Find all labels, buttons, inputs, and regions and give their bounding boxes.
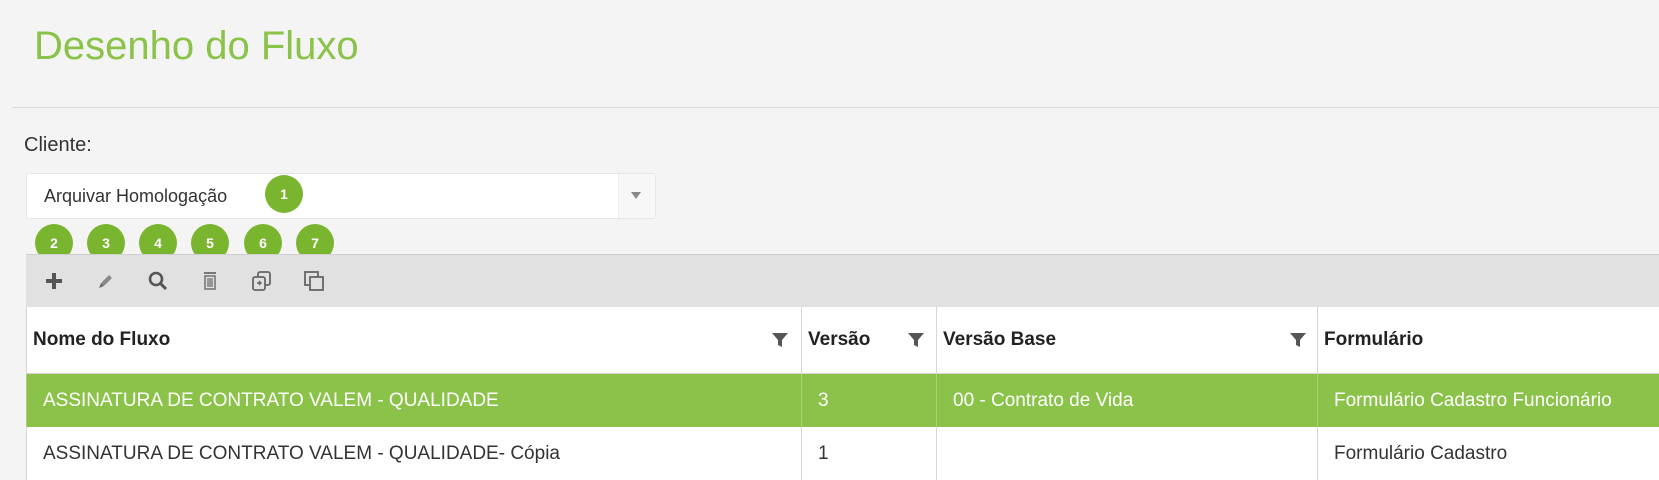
step-badge-1: 1: [265, 175, 303, 213]
cell-formulario: Formulário Cadastro: [1317, 427, 1659, 480]
grid-toolbar: [26, 254, 1659, 308]
dropdown-arrow-icon[interactable]: [618, 174, 655, 218]
filter-icon[interactable]: [1289, 331, 1307, 349]
copy-version-icon: [252, 271, 271, 291]
title-divider: [12, 107, 1659, 108]
grid-header: Nome do Fluxo Versão Versão Base Formulá…: [26, 307, 1659, 374]
column-header-formulario[interactable]: Formulário: [1317, 307, 1659, 373]
cell-versao: 3: [801, 374, 936, 427]
cell-formulario: Formulário Cadastro Funcionário: [1317, 374, 1659, 427]
add-button[interactable]: [40, 267, 68, 295]
table-row[interactable]: ASSINATURA DE CONTRATO VALEM - QUALIDADE…: [26, 427, 1659, 480]
column-header-versao-base[interactable]: Versão Base: [936, 307, 1317, 373]
cell-nome-do-fluxo: ASSINATURA DE CONTRATO VALEM - QUALIDADE: [26, 374, 801, 427]
delete-icon: [204, 272, 216, 290]
client-select[interactable]: Arquivar Homologação: [26, 173, 656, 219]
column-header-versao[interactable]: Versão: [801, 307, 936, 373]
column-label: Versão Base: [943, 329, 1057, 350]
flow-grid: Nome do Fluxo Versão Versão Base Formulá…: [26, 307, 1659, 480]
column-header-nome-do-fluxo[interactable]: Nome do Fluxo: [26, 307, 801, 373]
filter-icon[interactable]: [771, 331, 789, 349]
cell-nome-do-fluxo: ASSINATURA DE CONTRATO VALEM - QUALIDADE…: [26, 427, 801, 480]
column-label: Nome do Fluxo: [33, 329, 171, 350]
search-icon: [148, 271, 168, 291]
client-select-value: Arquivar Homologação: [44, 186, 228, 206]
edit-icon: [99, 275, 112, 288]
delete-button[interactable]: [196, 267, 224, 295]
search-button[interactable]: [144, 267, 172, 295]
cell-versao: 1: [801, 427, 936, 480]
client-label: Cliente:: [24, 134, 92, 156]
table-row[interactable]: ASSINATURA DE CONTRATO VALEM - QUALIDADE…: [26, 374, 1659, 427]
duplicate-button[interactable]: [300, 267, 328, 295]
column-label: Versão: [808, 329, 871, 350]
cell-versao-base: [936, 427, 1317, 480]
add-icon: [46, 273, 62, 289]
duplicate-icon: [304, 271, 324, 291]
column-label: Formulário: [1324, 329, 1424, 350]
cell-versao-base: 00 - Contrato de Vida: [936, 374, 1317, 427]
filter-icon[interactable]: [907, 331, 925, 349]
page-title: Desenho do Fluxo: [34, 24, 359, 68]
copy-version-button[interactable]: [248, 267, 276, 295]
edit-button[interactable]: [92, 267, 120, 295]
